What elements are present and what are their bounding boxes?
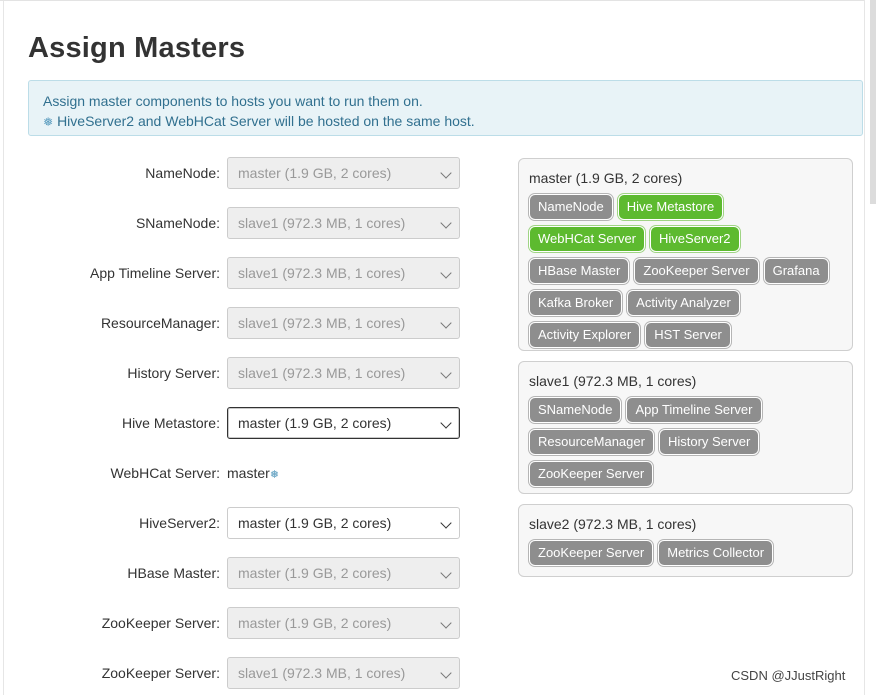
host-select-value: master (1.9 GB, 2 cores) [238,565,392,581]
alert-line-2-text: HiveServer2 and WebHCat Server will be h… [57,113,475,129]
assignment-row-snamenode: SNameNode: slave1 (972.3 MB, 1 cores) [0,207,470,239]
host-select-hive-metastore[interactable]: master (1.9 GB, 2 cores) [227,407,460,439]
chevron-down-icon [440,317,452,329]
component-badge: Grafana [763,258,829,284]
page-top-border [0,0,864,6]
assignment-row-zookeeper-server-2: ZooKeeper Server: slave1 (972.3 MB, 1 co… [0,657,470,689]
assignment-label: NameNode: [145,165,220,181]
watermark: CSDN @JJustRight [731,668,846,683]
host-title: slave2 (972.3 MB, 1 cores) [529,516,697,532]
host-select-zookeeper-server-1[interactable]: master (1.9 GB, 2 cores) [227,607,460,639]
host-select-value: slave1 (972.3 MB, 1 cores) [238,265,406,281]
assignment-row-zookeeper-server-1: ZooKeeper Server: master (1.9 GB, 2 core… [0,607,470,639]
component-badge: Hive Metastore [617,194,724,220]
assignment-row-history-server: History Server: slave1 (972.3 MB, 1 core… [0,357,470,389]
component-badge: HiveServer2 [650,226,740,252]
component-badge: Kafka Broker [529,290,623,316]
page-title: Assign Masters [28,32,246,64]
component-badges: ZooKeeper Server Metrics Collector [529,540,844,572]
host-select-hiveserver2[interactable]: master (1.9 GB, 2 cores) [227,507,460,539]
assignment-label: Hive Metastore: [121,415,220,431]
webhcat-host-value: master❅ [227,457,279,491]
chevron-down-icon [440,267,452,279]
host-select-value: slave1 (972.3 MB, 1 cores) [238,315,406,331]
component-badge: NameNode [529,194,613,220]
chevron-down-icon [440,567,452,579]
assignment-row-hiveserver2: HiveServer2: master (1.9 GB, 2 cores) [0,507,470,539]
chevron-down-icon [440,217,452,229]
alert-line-1: Assign master components to hosts you wa… [43,93,423,109]
page-right-edge [864,0,865,695]
host-select-history-server[interactable]: slave1 (972.3 MB, 1 cores) [227,357,460,389]
component-badge: ZooKeeper Server [634,258,759,284]
host-select-app-timeline-server[interactable]: slave1 (972.3 MB, 1 cores) [227,257,460,289]
host-select-resourcemanager[interactable]: slave1 (972.3 MB, 1 cores) [227,307,460,339]
chevron-down-icon [440,367,452,379]
chevron-down-icon [440,167,452,179]
chevron-down-icon [440,667,452,679]
assignment-label: ResourceManager: [100,315,220,331]
chevron-down-icon [440,417,452,429]
host-text: master [227,465,270,481]
component-badges: SNameNode App Timeline Server ResourceMa… [529,397,844,493]
assignment-row-hive-metastore: Hive Metastore: master (1.9 GB, 2 cores) [0,407,470,439]
host-select-hbase-master[interactable]: master (1.9 GB, 2 cores) [227,557,460,589]
host-panel-slave2: slave2 (972.3 MB, 1 cores) ZooKeeper Ser… [518,504,853,577]
host-select-value: master (1.9 GB, 2 cores) [238,615,392,631]
assignment-label: ZooKeeper Server: [101,665,220,681]
assignment-row-app-timeline-server: App Timeline Server: slave1 (972.3 MB, 1… [0,257,470,289]
assignment-label: App Timeline Server: [90,265,220,281]
component-badge: Activity Analyzer [627,290,740,316]
chevron-down-icon [440,617,452,629]
component-badge: Activity Explorer [529,322,641,348]
component-badge: Metrics Collector [658,540,774,566]
host-select-value: master (1.9 GB, 2 cores) [238,515,392,531]
chevron-down-icon [440,517,452,529]
host-select-snamenode[interactable]: slave1 (972.3 MB, 1 cores) [227,207,460,239]
assignment-row-namenode: NameNode: master (1.9 GB, 2 cores) [0,157,470,189]
host-select-value: slave1 (972.3 MB, 1 cores) [238,665,406,681]
component-badge: ResourceManager [529,429,654,455]
page-left-edge [3,0,4,695]
host-title: master (1.9 GB, 2 cores) [529,170,683,186]
snowflake-icon: ❅ [269,469,280,481]
assignment-row-webhcat-server: WebHCat Server: master❅ [0,457,470,489]
component-badges: NameNode Hive Metastore WebHCat Server H… [529,194,844,354]
host-select-value: slave1 (972.3 MB, 1 cores) [238,365,406,381]
host-panel-master: master (1.9 GB, 2 cores) NameNode Hive M… [518,158,853,351]
host-select-value: master (1.9 GB, 2 cores) [238,165,392,181]
assignment-label: HBase Master: [127,565,220,581]
assignment-row-resourcemanager: ResourceManager: slave1 (972.3 MB, 1 cor… [0,307,470,339]
assignment-label: HiveServer2: [139,515,220,531]
host-panel-slave1: slave1 (972.3 MB, 1 cores) SNameNode App… [518,361,853,494]
component-badge: History Server [658,429,760,455]
info-alert: Assign master components to hosts you wa… [28,80,863,136]
component-badge: ZooKeeper Server [529,461,654,487]
host-title: slave1 (972.3 MB, 1 cores) [529,373,697,389]
snowflake-icon: ❅ [43,115,54,129]
host-select-zookeeper-server-2[interactable]: slave1 (972.3 MB, 1 cores) [227,657,460,689]
scrollbar-thumb[interactable] [870,0,876,204]
host-select-value: master (1.9 GB, 2 cores) [238,415,392,431]
component-badge: SNameNode [529,397,622,423]
assignment-label: SNameNode: [135,215,220,231]
assignment-row-hbase-master: HBase Master: master (1.9 GB, 2 cores) [0,557,470,589]
alert-line-2: ❅ HiveServer2 and WebHCat Server will be … [43,111,848,132]
assignment-label: ZooKeeper Server: [101,615,220,631]
component-badge: ZooKeeper Server [529,540,654,566]
host-select-value: slave1 (972.3 MB, 1 cores) [238,215,406,231]
component-badge: App Timeline Server [626,397,762,423]
component-badge: HBase Master [529,258,630,284]
component-badge: WebHCat Server [529,226,646,252]
host-select-namenode[interactable]: master (1.9 GB, 2 cores) [227,157,460,189]
assignment-label: WebHCat Server: [110,465,220,481]
assignment-label: History Server: [127,365,220,381]
component-badge: HST Server [645,322,731,348]
